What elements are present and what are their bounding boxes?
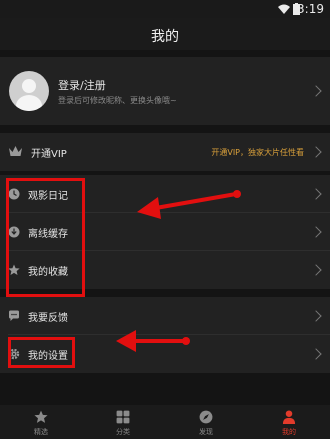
chevron-right-icon — [310, 146, 322, 158]
vip-promo: 开通VIP，独家大片任性看 — [211, 148, 304, 157]
chevron-right-icon — [310, 310, 322, 322]
bottom-nav: 精选 分类 发现 我的 — [0, 405, 330, 439]
compass-icon — [199, 410, 213, 424]
chevron-right-icon — [310, 188, 322, 200]
chat-bubble-icon — [9, 310, 19, 321]
status-bar: 3:19 — [0, 0, 330, 18]
star-icon — [34, 410, 48, 423]
login-card[interactable]: 登录/注册 登录后可修改昵称、更换头像哦~ — [0, 57, 330, 125]
crown-icon — [9, 146, 22, 156]
chevron-right-icon — [310, 348, 322, 360]
annotation-box-group — [6, 178, 85, 297]
tab-label: 发现 — [199, 428, 213, 436]
chevron-right-icon — [310, 226, 322, 238]
tab-label: 分类 — [116, 428, 130, 436]
chevron-right-icon — [310, 264, 322, 276]
status-time: 3:19 — [297, 2, 324, 16]
tab-categories[interactable]: 分类 — [82, 405, 164, 439]
tab-label: 我的 — [282, 428, 296, 436]
tab-label: 精选 — [34, 428, 48, 436]
vip-label: 开通VIP — [31, 149, 67, 160]
menu-item-feedback[interactable]: 我要反馈 — [0, 297, 330, 335]
tab-featured[interactable]: 精选 — [0, 405, 82, 439]
grid-icon — [116, 410, 130, 424]
page-title: 我的 — [151, 29, 179, 45]
person-icon — [282, 410, 296, 424]
menu-item-label: 我要反馈 — [28, 313, 68, 324]
vip-row[interactable]: 开通VIP 开通VIP，独家大片任性看 — [0, 133, 330, 171]
login-register-label: 登录/注册 — [58, 79, 106, 92]
tab-discover[interactable]: 发现 — [165, 405, 247, 439]
avatar[interactable] — [9, 71, 49, 111]
login-hint: 登录后可修改昵称、更换头像哦~ — [58, 96, 177, 105]
annotation-box-settings — [8, 337, 75, 368]
title-bar: 我的 — [0, 18, 330, 50]
chevron-right-icon — [310, 85, 322, 97]
tab-me[interactable]: 我的 — [248, 405, 330, 439]
wifi-icon — [278, 4, 290, 14]
